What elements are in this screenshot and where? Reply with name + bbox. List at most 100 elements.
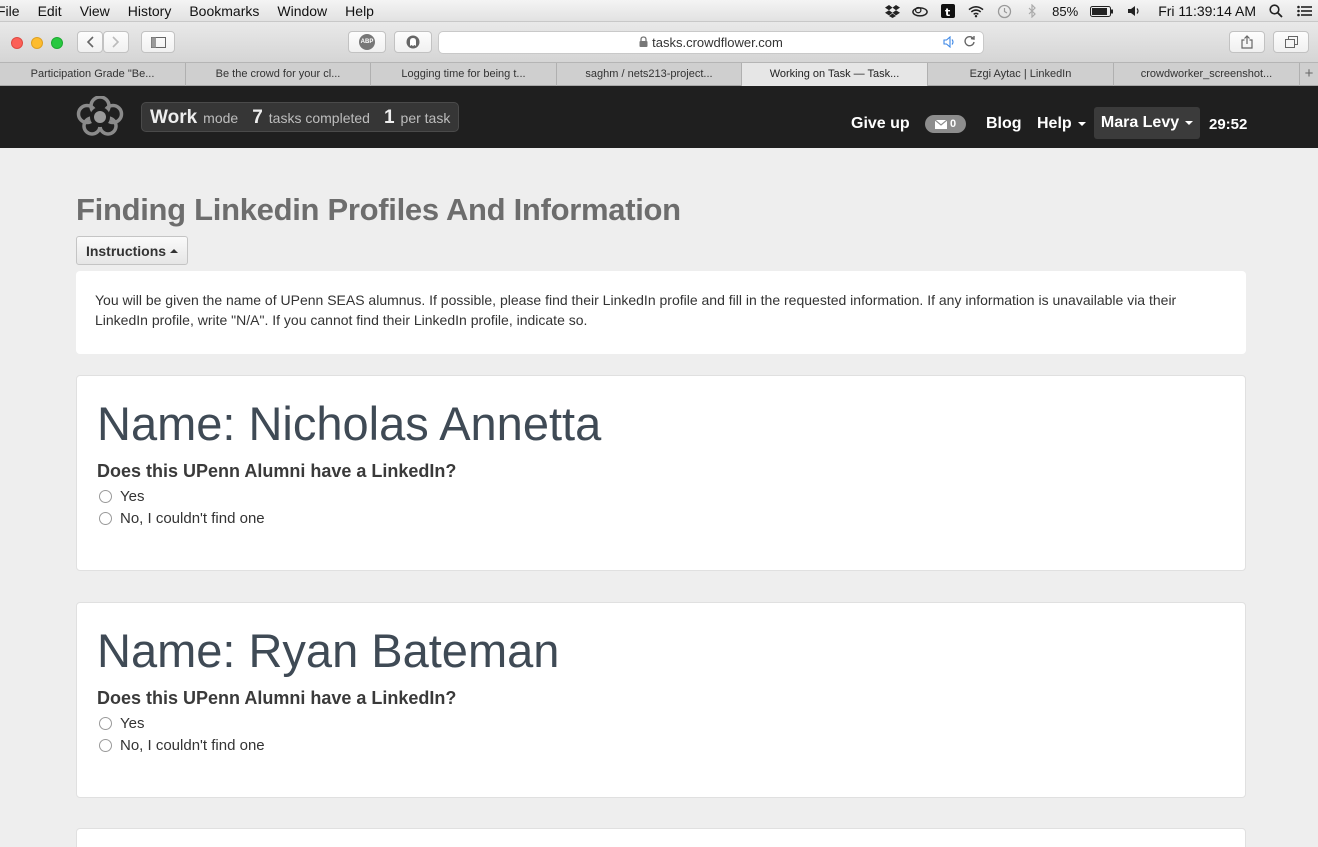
browser-tab[interactable]: saghm / nets213-project...	[557, 63, 742, 86]
ghost-icon	[406, 35, 420, 49]
forward-button[interactable]	[103, 31, 129, 53]
bluetooth-icon[interactable]	[1024, 4, 1040, 18]
macos-menu-bar: File Edit View History Bookmarks Window …	[0, 0, 1318, 22]
instructions-panel: You will be given the name of UPenn SEAS…	[76, 271, 1246, 354]
task-unit-card: Name: Ryan Bateman Does this UPenn Alumn…	[76, 602, 1246, 798]
messages-count: 0	[949, 118, 957, 130]
tumblr-icon[interactable]: t	[940, 4, 956, 18]
zoom-window-button[interactable]	[51, 37, 63, 49]
tasks-completed-count: 7	[252, 107, 263, 128]
tasks-completed-label: tasks completed	[268, 110, 370, 126]
linkedin-question: Does this UPenn Alumni have a LinkedIn?	[97, 461, 457, 481]
option-yes[interactable]: Yes	[99, 488, 144, 505]
per-task-label: per task	[400, 110, 451, 126]
mode-label: mode	[203, 110, 239, 126]
new-tab-button[interactable]: +	[1300, 63, 1318, 85]
wifi-icon[interactable]	[968, 4, 984, 18]
spotlight-search-icon[interactable]	[1268, 4, 1284, 18]
browser-tab-strip: Participation Grade "Be... Be the crowd …	[0, 62, 1318, 86]
option-no-label: No, I couldn't find one	[120, 510, 265, 527]
time-machine-icon[interactable]	[996, 4, 1012, 18]
adblock-button[interactable]: ABP	[348, 31, 386, 53]
per-task-count: 1	[383, 107, 395, 128]
work-mode-status: Work mode 7 tasks completed 1 per task	[141, 102, 460, 132]
option-yes-label: Yes	[120, 715, 145, 732]
tabs-overview-icon	[1284, 36, 1298, 48]
chevron-left-icon	[86, 36, 94, 48]
linkedin-question: Does this UPenn Alumni have a LinkedIn?	[97, 688, 457, 708]
sidebar-icon	[150, 36, 166, 48]
crowdflower-logo[interactable]	[76, 95, 124, 136]
browser-tab[interactable]: Ezgi Aytac | LinkedIn	[928, 63, 1114, 86]
reload-icon[interactable]	[963, 35, 976, 51]
show-all-tabs-button[interactable]	[1273, 31, 1309, 53]
option-yes[interactable]: Yes	[99, 715, 144, 732]
caret-down-icon	[1185, 121, 1194, 125]
user-name: Mara Levy	[1100, 114, 1180, 131]
task-unit-card-partial	[76, 828, 1246, 847]
radio-yes[interactable]	[99, 717, 112, 730]
page-title: Finding Linkedin Profiles And Informatio…	[76, 192, 681, 227]
chevron-right-icon	[112, 36, 120, 48]
back-button[interactable]	[77, 31, 103, 53]
adblock-icon: ABP	[359, 34, 375, 50]
instructions-button-label: Instructions	[85, 242, 167, 259]
notification-center-icon[interactable]	[1296, 4, 1312, 18]
audio-playing-icon[interactable]	[943, 35, 957, 51]
task-page: Finding Linkedin Profiles And Informatio…	[0, 148, 1318, 847]
work-label: Work	[150, 107, 198, 128]
browser-tab[interactable]: Logging time for being t...	[371, 63, 557, 86]
give-up-link[interactable]: Give up	[851, 115, 910, 133]
sidebar-button[interactable]	[141, 31, 175, 53]
option-yes-label: Yes	[120, 488, 145, 505]
menu-edit[interactable]: Edit	[29, 0, 71, 22]
caret-down-icon	[1077, 121, 1086, 126]
option-no[interactable]: No, I couldn't find one	[99, 510, 265, 527]
volume-icon[interactable]	[1126, 4, 1142, 18]
menu-bookmarks[interactable]: Bookmarks	[180, 0, 268, 22]
share-button[interactable]	[1229, 31, 1265, 53]
help-label: Help	[1037, 115, 1072, 132]
battery-percent: 85%	[1052, 3, 1079, 19]
option-no-label: No, I couldn't find one	[120, 737, 265, 754]
messages-badge[interactable]: 0	[925, 115, 966, 133]
blog-link[interactable]: Blog	[986, 115, 1022, 133]
minimize-window-button[interactable]	[31, 37, 43, 49]
instructions-toggle-button[interactable]: Instructions	[76, 236, 188, 265]
browser-tab[interactable]: crowdworker_screenshot...	[1114, 63, 1300, 86]
browser-tab[interactable]: Be the crowd for your cl...	[186, 63, 371, 86]
lock-icon	[639, 35, 648, 50]
task-unit-card: Name: Nicholas Annetta Does this UPenn A…	[76, 375, 1246, 571]
ghostery-button[interactable]	[394, 31, 432, 53]
caret-up-icon	[170, 248, 179, 253]
app-header: Work mode 7 tasks completed 1 per task G…	[0, 86, 1318, 148]
url-text: tasks.crowdflower.com	[652, 35, 783, 50]
option-no[interactable]: No, I couldn't find one	[99, 737, 265, 754]
menu-file[interactable]: File	[0, 0, 29, 22]
menubar-clock[interactable]: Fri 11:39:14 AM	[1158, 3, 1256, 19]
envelope-icon	[934, 119, 947, 129]
alumni-name: Name: Ryan Bateman	[97, 624, 560, 677]
user-menu-button[interactable]: Mara Levy	[1094, 107, 1200, 139]
browser-tab[interactable]: Participation Grade "Be...	[0, 63, 186, 86]
menu-window[interactable]: Window	[268, 0, 336, 22]
browser-toolbar: ABP tasks.crowdflower.com	[0, 22, 1318, 62]
radio-no[interactable]	[99, 739, 112, 752]
instructions-text: You will be given the name of UPenn SEAS…	[95, 292, 1177, 328]
address-bar[interactable]: tasks.crowdflower.com	[438, 31, 984, 54]
help-dropdown[interactable]: Help	[1037, 115, 1086, 133]
menu-history[interactable]: History	[119, 0, 181, 22]
alumni-name: Name: Nicholas Annetta	[97, 397, 602, 450]
radio-yes[interactable]	[99, 490, 112, 503]
close-window-button[interactable]	[11, 37, 23, 49]
battery-icon[interactable]	[1090, 4, 1114, 18]
radio-no[interactable]	[99, 512, 112, 525]
browser-tab-active[interactable]: Working on Task — Task...	[742, 63, 928, 86]
menu-view[interactable]: View	[71, 0, 119, 22]
creative-cloud-icon[interactable]	[912, 4, 928, 18]
share-icon	[1241, 35, 1253, 49]
dropbox-icon[interactable]	[884, 4, 900, 18]
task-timer: 29:52	[1209, 116, 1248, 133]
menu-help[interactable]: Help	[336, 0, 383, 22]
svg-text:t: t	[945, 6, 950, 18]
